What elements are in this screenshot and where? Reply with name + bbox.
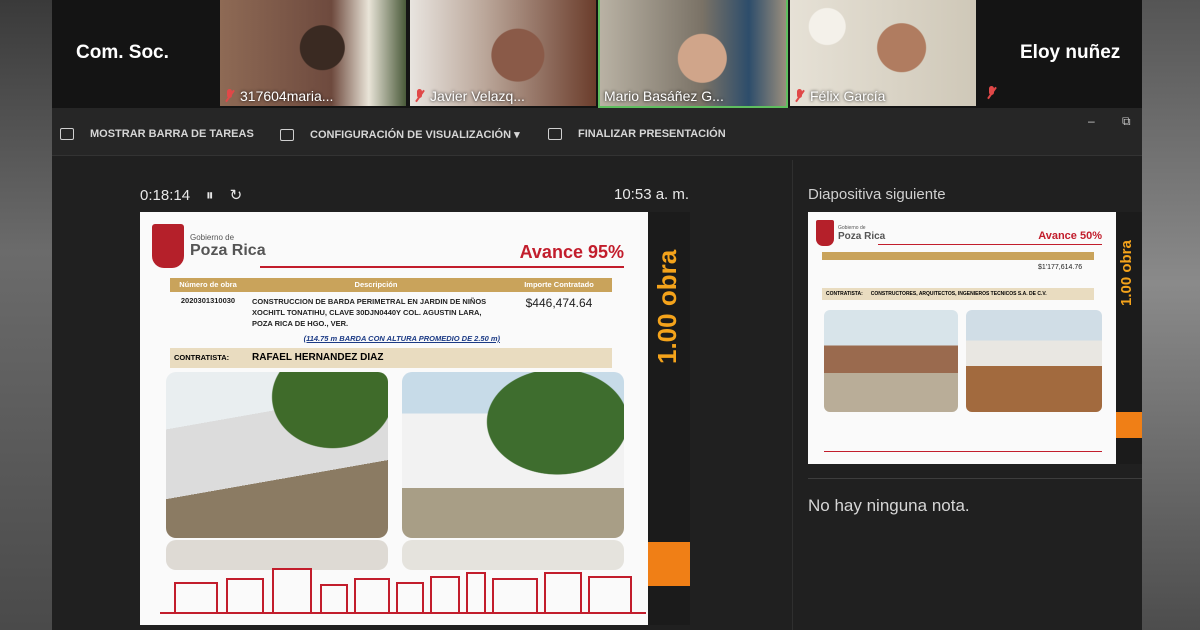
notes-separator <box>808 478 1142 479</box>
contract-amount: $446,474.64 <box>525 296 593 310</box>
accent-block <box>1116 412 1142 438</box>
contract-amount: $1'177,614.76 <box>1038 264 1083 271</box>
display-settings-button[interactable]: CONFIGURACIÓN DE VISUALIZACIÓN ▾ <box>280 128 520 141</box>
presenter-toolbar: MOSTRAR BARRA DE TAREAS CONFIGURACIÓN DE… <box>52 108 1142 156</box>
participant-label: Mario Basáñez G... <box>604 88 724 104</box>
works-count-label: 1.00 obra <box>652 249 682 365</box>
show-taskbar-button[interactable]: MOSTRAR BARRA DE TAREAS <box>60 128 254 140</box>
blurred-background-right <box>1142 0 1200 630</box>
participants-strip: Com. Soc. 317604maria... Javier Velazq..… <box>52 0 1142 108</box>
minimize-button[interactable]: – <box>1088 114 1095 128</box>
table-header: Número de obra Descripción Importe Contr… <box>170 278 612 292</box>
restore-button[interactable]: ⧉ <box>1122 114 1131 129</box>
participant-label: 317604maria... <box>224 88 333 104</box>
house-icon <box>174 582 218 612</box>
contractor-row: CONTRATISTA: RAFAEL HERNANDEZ DIAZ <box>170 348 612 368</box>
work-description: CONSTRUCCION DE BARDA PERIMETRAL EN JARD… <box>252 297 500 343</box>
works-count-label: 1.00 obra <box>1118 240 1135 306</box>
panel-divider <box>792 160 793 630</box>
progress-label: Avance 50% <box>1038 230 1102 242</box>
construction-photo-2 <box>966 310 1102 412</box>
elapsed-time: 0:18:14 <box>140 186 191 204</box>
divider-line <box>260 266 624 268</box>
blurred-background-left <box>0 0 52 630</box>
work-note: (114.75 m BARDA CON ALTURA PROMEDIO DE 2… <box>303 334 500 343</box>
houses-illustration <box>824 430 1102 452</box>
slide-side-band: 1.00 obra <box>648 212 690 625</box>
table-row: 2020301310030 CONSTRUCCION DE BARDA PERI… <box>170 292 612 348</box>
city-seal-icon <box>152 224 184 268</box>
construction-photo-1 <box>824 310 958 412</box>
table-header <box>822 252 1094 260</box>
house-icon <box>320 584 348 612</box>
house-icon <box>544 572 582 612</box>
presenter-view-window: Com. Soc. 317604maria... Javier Velazq..… <box>52 0 1142 630</box>
house-icon <box>354 578 390 612</box>
slide-side-band: 1.00 obra <box>1116 212 1142 464</box>
end-presentation-button[interactable]: FINALIZAR PRESENTACIÓN <box>548 128 726 140</box>
poza-rica-logo: Gobierno de Poza Rica <box>816 220 885 246</box>
house-icon <box>588 576 632 612</box>
house-icon <box>396 582 424 612</box>
city-seal-icon <box>816 220 834 246</box>
muted-mic-icon <box>986 86 997 100</box>
house-icon <box>492 578 538 612</box>
accent-block <box>648 542 690 586</box>
houses-illustration <box>160 566 646 614</box>
presentation-timer: 0:18:14 ⏸ ↻ <box>140 186 243 205</box>
poza-rica-logo: Gobierno de Poza Rica <box>152 224 266 268</box>
end-presentation-icon <box>548 128 562 140</box>
participant-name-com-soc: Com. Soc. <box>76 42 169 63</box>
participant-label: Félix García <box>794 88 885 104</box>
works-table: Número de obra Descripción Importe Contr… <box>170 278 612 368</box>
participant-tile-4[interactable]: Félix García <box>790 0 976 106</box>
next-slide-title: Diapositiva siguiente <box>808 186 946 203</box>
reset-timer-icon[interactable]: ↻ <box>230 186 243 204</box>
participant-name-eloy: Eloy nuñez <box>1020 42 1121 63</box>
wall-photo-1 <box>166 372 388 538</box>
house-icon <box>272 568 312 612</box>
pause-icon[interactable]: ⏸ <box>206 187 214 204</box>
house-icon <box>466 572 486 612</box>
contractor-name: RAFAEL HERNANDEZ DIAZ <box>252 352 384 363</box>
participant-label: Javier Velazq... <box>414 88 525 104</box>
progress-label: Avance 95% <box>519 242 624 262</box>
taskbar-icon <box>60 128 74 140</box>
divider-line <box>878 244 1102 245</box>
participant-tile-3[interactable]: Mario Basáñez G... <box>598 0 788 108</box>
participant-tile-1[interactable]: 317604maria... <box>220 0 406 106</box>
muted-mic-icon <box>224 89 235 103</box>
display-settings-icon <box>280 128 294 141</box>
next-slide-preview[interactable]: Gobierno de Poza Rica Avance 50% $1'177,… <box>808 212 1142 464</box>
participant-tile-2[interactable]: Javier Velazq... <box>410 0 596 106</box>
speaker-notes: No hay ninguna nota. <box>808 496 970 515</box>
work-number: 2020301310030 <box>180 296 236 305</box>
screenshot-frame: Com. Soc. 317604maria... Javier Velazq..… <box>0 0 1200 630</box>
house-icon <box>226 578 264 612</box>
current-slide: Gobierno de Poza Rica Avance 95% Número … <box>140 212 690 625</box>
house-icon <box>430 576 460 612</box>
muted-mic-icon <box>794 89 805 103</box>
muted-mic-icon <box>414 89 425 103</box>
wall-photo-2 <box>402 372 624 538</box>
current-time: 10:53 a. m. <box>614 186 690 203</box>
contractor-row: CONTRATISTA: CONSTRUCTORES, ARQUITECTOS,… <box>822 288 1094 300</box>
